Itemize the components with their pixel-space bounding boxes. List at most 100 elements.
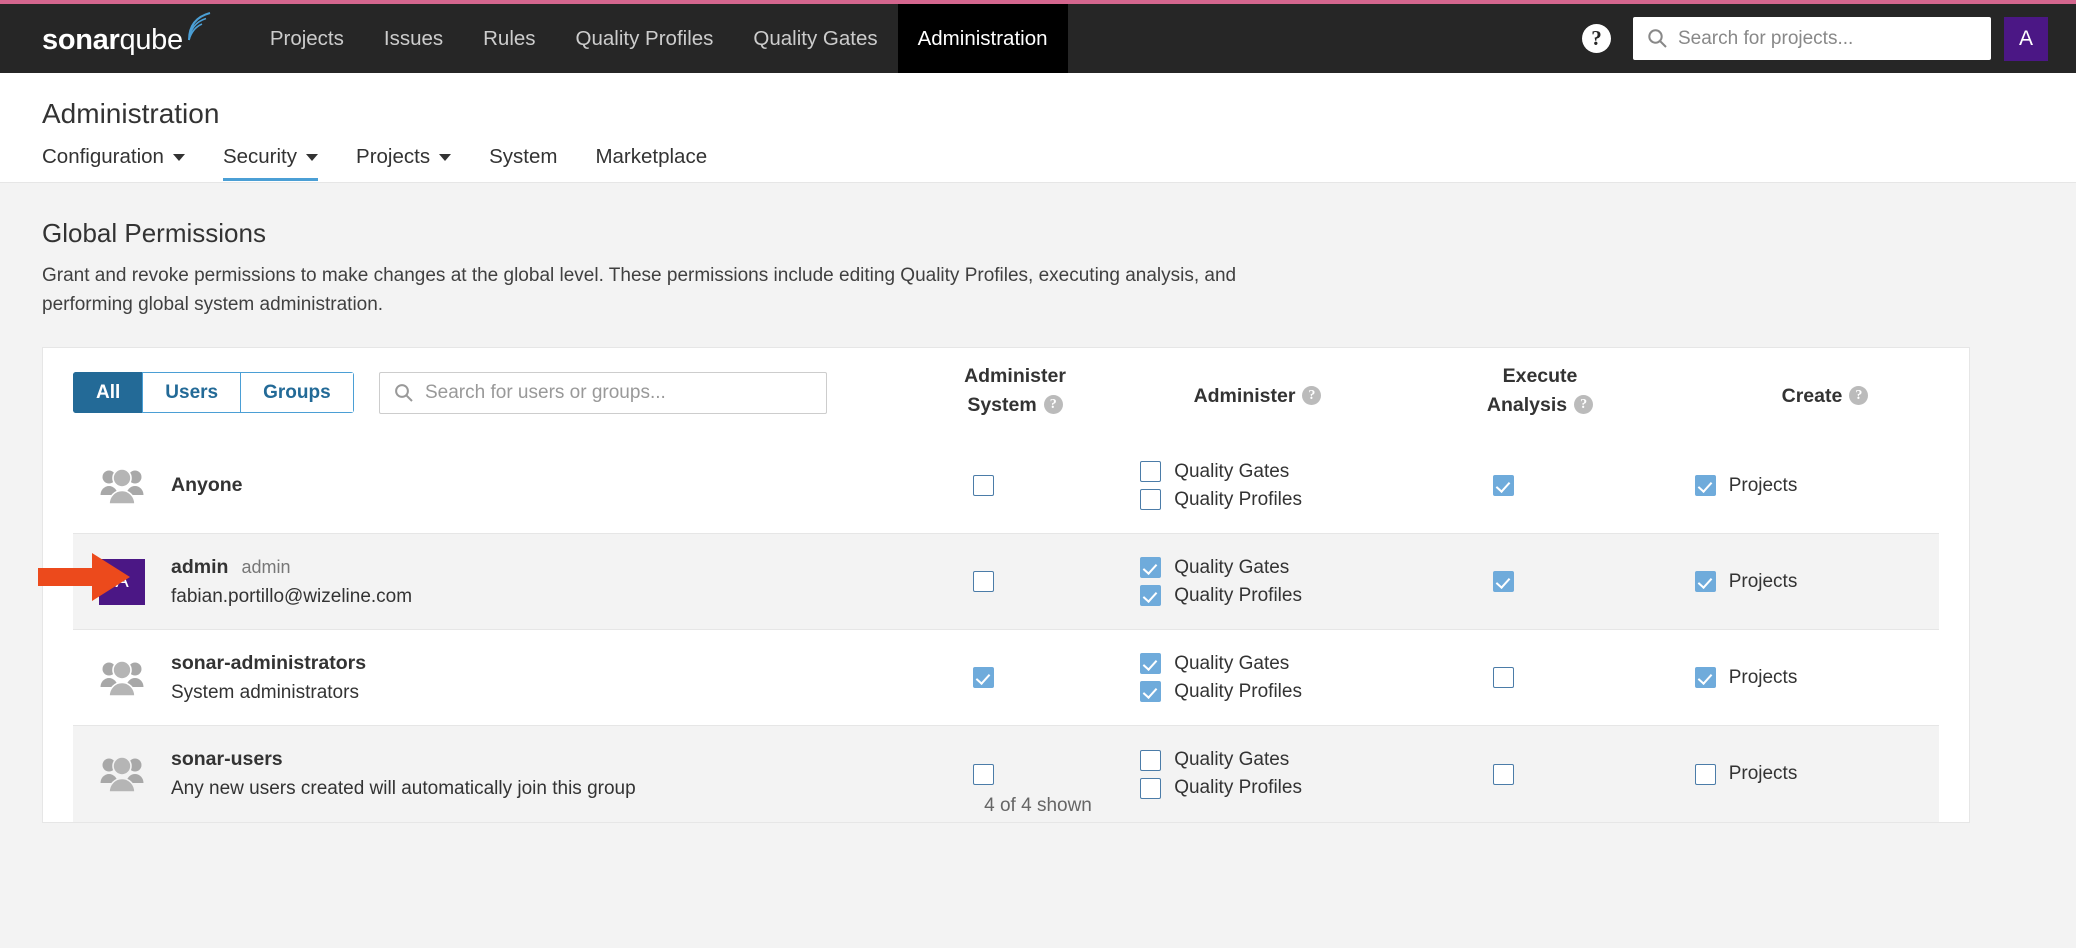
checkbox-administer-system[interactable]	[972, 571, 994, 592]
checkbox-quality-profiles[interactable]	[1140, 585, 1162, 606]
global-navbar: sonarqube Projects Issues Rules Quality …	[0, 4, 2076, 73]
user-avatar[interactable]: A	[2004, 16, 2048, 61]
row-identity: Anyone	[73, 467, 884, 505]
row-identity-text: sonar-administrators System administrato…	[171, 652, 366, 704]
checkbox-quality-gates-label: Quality Gates	[1174, 652, 1290, 674]
checkbox-row-quality-profiles[interactable]: Quality Profiles	[1140, 681, 1302, 703]
group-icon	[99, 467, 145, 505]
column-header-administer-system-line2: System	[967, 394, 1037, 416]
checkbox-quality-gates[interactable]	[1140, 557, 1162, 578]
checkbox-administer-system[interactable]	[972, 475, 994, 496]
column-header-administer: Administer?	[1115, 362, 1400, 430]
nav-item-projects[interactable]: Projects	[250, 4, 364, 73]
checkbox-create-projects-label: Projects	[1728, 570, 1798, 592]
nav-item-quality-gates[interactable]: Quality Gates	[733, 4, 897, 73]
checkbox-quality-profiles-label: Quality Profiles	[1174, 680, 1302, 702]
help-icon[interactable]: ?	[1849, 386, 1869, 406]
brand-light-text: qube	[119, 24, 183, 56]
column-header-execute-analysis-line2: Analysis	[1486, 394, 1568, 416]
checkbox-create-projects-label: Projects	[1728, 763, 1798, 784]
checkbox-row-quality-profiles[interactable]: Quality Profiles	[1140, 585, 1302, 607]
tab-security[interactable]: Security	[222, 145, 319, 181]
checkbox-quality-profiles[interactable]	[1140, 681, 1162, 702]
nav-item-quality-profiles[interactable]: Quality Profiles	[556, 4, 734, 73]
checkbox-execute-analysis[interactable]	[1492, 763, 1514, 785]
cell-administer-system	[884, 763, 1082, 785]
checkbox-row-create-projects[interactable]: Projects	[1694, 763, 1798, 785]
checkbox-quality-profiles-label: Quality Profiles	[1174, 584, 1302, 606]
table-row: sonar-administrators System administrato…	[73, 630, 1939, 726]
column-header-create: Create?	[1680, 362, 1970, 430]
row-description: System administrators	[171, 681, 359, 703]
table-row: A admin admin fabian.portillo@wizeline.c…	[73, 534, 1939, 630]
cell-create: Projects	[1642, 568, 1939, 596]
row-identity-text: sonar-users Any new users created will a…	[171, 748, 636, 800]
checkbox-row-create-projects[interactable]: Projects	[1694, 570, 1798, 593]
filter-groups-button[interactable]: Groups	[240, 372, 354, 413]
tab-marketplace[interactable]: Marketplace	[595, 145, 707, 181]
checkbox-row-create-projects[interactable]: Projects	[1694, 475, 1797, 497]
tab-configuration[interactable]: Configuration	[42, 145, 185, 181]
row-name: sonar-users	[171, 748, 283, 770]
checkbox-quality-profiles[interactable]	[1140, 489, 1162, 510]
cell-execute-analysis	[1365, 667, 1642, 688]
checkbox-quality-gates[interactable]	[1140, 653, 1162, 674]
filter-users-button[interactable]: Users	[142, 372, 241, 413]
checkbox-create-projects-label: Projects	[1728, 666, 1798, 688]
sonarqube-wave-icon	[186, 11, 212, 46]
tab-configuration-label: Configuration	[42, 145, 164, 168]
help-icon[interactable]: ?	[1043, 395, 1063, 415]
checkbox-create-projects[interactable]	[1694, 475, 1716, 496]
cell-execute-analysis	[1365, 763, 1642, 785]
checkbox-row-quality-gates[interactable]: Quality Gates	[1140, 557, 1302, 579]
checkbox-row-create-projects[interactable]: Projects	[1694, 666, 1798, 689]
checkbox-execute-analysis[interactable]	[1492, 475, 1514, 496]
checkbox-row-quality-profiles[interactable]: Quality Profiles	[1140, 489, 1302, 511]
cell-create: Projects	[1642, 760, 1939, 788]
navbar-right-controls: ? Search for projects... A	[1582, 16, 2048, 61]
chevron-down-icon	[172, 153, 185, 161]
search-icon	[394, 383, 414, 403]
results-count: 4 of 4 shown	[984, 795, 1092, 816]
checkbox-quality-gates[interactable]	[1140, 461, 1162, 482]
nav-item-issues[interactable]: Issues	[364, 4, 463, 73]
group-icon	[99, 755, 145, 793]
tab-system[interactable]: System	[489, 145, 557, 181]
row-name: Anyone	[171, 474, 243, 496]
users-groups-search-input[interactable]: Search for users or groups...	[379, 372, 827, 414]
row-name: sonar-administrators	[171, 651, 367, 674]
help-icon[interactable]: ?	[1302, 386, 1322, 406]
checkbox-execute-analysis[interactable]	[1492, 571, 1514, 592]
row-identity-text: admin admin fabian.portillo@wizeline.com	[171, 556, 412, 608]
checkbox-administer-system[interactable]	[972, 763, 994, 785]
row-identity: A admin admin fabian.portillo@wizeline.c…	[73, 556, 884, 608]
nav-item-administration[interactable]: Administration	[897, 4, 1068, 73]
tab-projects[interactable]: Projects	[356, 145, 452, 181]
permissions-toolbar: All Users Groups Search for users or gro…	[43, 348, 1969, 438]
users-groups-search-placeholder: Search for users or groups...	[425, 382, 666, 403]
checkbox-row-quality-gates[interactable]: Quality Gates	[1140, 461, 1302, 483]
checkbox-create-projects[interactable]	[1694, 667, 1716, 688]
checkbox-execute-analysis[interactable]	[1492, 667, 1514, 688]
admin-tab-bar: Configuration Security Projects System M…	[42, 145, 745, 181]
column-header-execute-analysis-line1: Execute	[1502, 365, 1578, 387]
help-icon[interactable]: ?	[1582, 24, 1611, 53]
help-icon[interactable]: ?	[1574, 395, 1594, 415]
tab-security-label: Security	[222, 145, 298, 168]
nav-item-rules[interactable]: Rules	[463, 4, 555, 73]
column-header-administer-system: Administer System?	[915, 362, 1115, 420]
checkbox-row-quality-gates[interactable]: Quality Gates	[1140, 653, 1302, 675]
column-header-execute-analysis: Execute Analysis?	[1400, 362, 1680, 420]
filter-all-button[interactable]: All	[73, 372, 143, 413]
global-search-input[interactable]: Search for projects...	[1633, 17, 1991, 60]
checkbox-quality-profiles-label: Quality Profiles	[1174, 488, 1302, 510]
tab-marketplace-label: Marketplace	[595, 145, 708, 168]
checkbox-quality-gates[interactable]	[1140, 749, 1162, 771]
checkbox-row-quality-gates[interactable]: Quality Gates	[1140, 749, 1302, 771]
sonarqube-logo[interactable]: sonarqube	[42, 12, 212, 56]
checkbox-administer-system[interactable]	[972, 667, 994, 688]
cell-administer: Quality Gates Quality Profiles	[1082, 554, 1365, 610]
checkbox-create-projects[interactable]	[1694, 763, 1716, 785]
row-email: fabian.portillo@wizeline.com	[171, 585, 413, 607]
checkbox-create-projects[interactable]	[1694, 571, 1716, 592]
